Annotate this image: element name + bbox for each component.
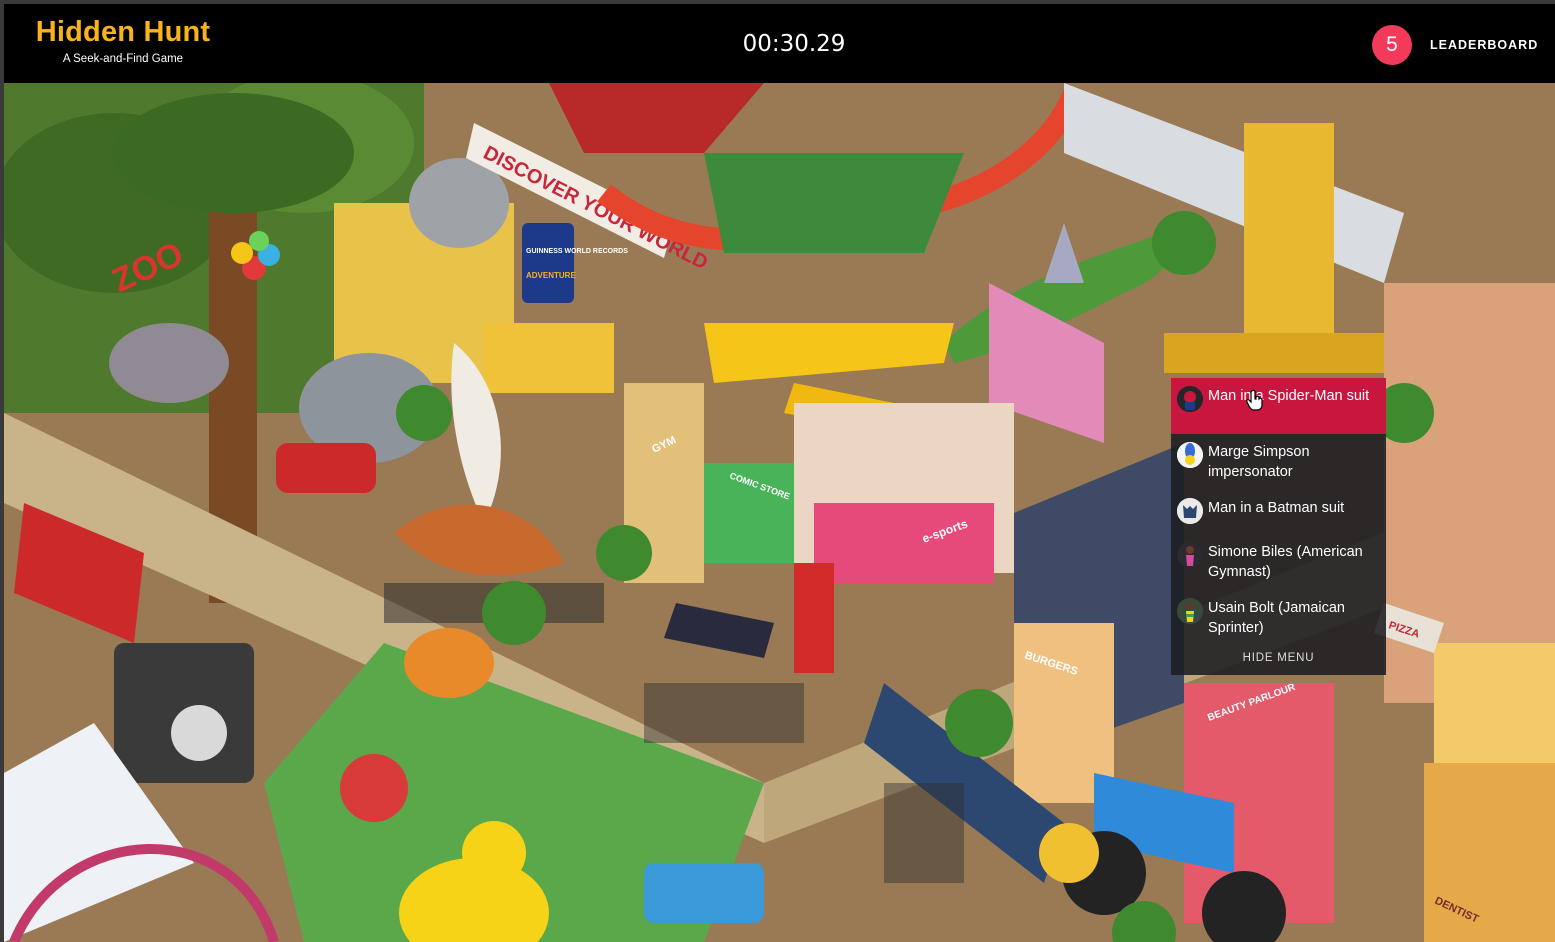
menu-item-label: Man in a Spider-Man suit [1208, 388, 1370, 404]
menu-item-label: Simone Biles (American Gymnast) [1208, 544, 1363, 580]
spiderman-thumb-icon [1177, 386, 1203, 412]
hand-cursor-icon [1246, 389, 1263, 411]
leaderboard-button[interactable]: LEADERBOARD [1430, 35, 1538, 55]
adventure-sign-text: ADVENTURE [526, 271, 576, 280]
menu-item-label: Usain Bolt (Jamaican Sprinter) [1208, 600, 1345, 636]
menu-item-marge-simpson[interactable]: Marge Simpson impersonator [1171, 434, 1386, 490]
batman-thumb-icon [1177, 498, 1203, 524]
menu-item-label: Marge Simpson impersonator [1208, 444, 1310, 480]
menu-item-batman[interactable]: Man in a Batman suit [1171, 490, 1386, 534]
guinness-sign-text: GUINNESS WORLD RECORDS [526, 248, 628, 255]
hide-menu-button[interactable]: HIDE MENU [1171, 649, 1386, 667]
marge-thumb-icon [1177, 442, 1203, 468]
menu-item-usain-bolt[interactable]: Usain Bolt (Jamaican Sprinter) [1171, 590, 1386, 646]
app-title: Hidden Hunt [35, 16, 211, 48]
top-bar: Hidden Hunt A Seek-and-Find Game 00:30.2… [4, 4, 1555, 83]
menu-item-label: Man in a Batman suit [1208, 500, 1345, 516]
usain-bolt-thumb-icon [1177, 598, 1203, 624]
simone-biles-thumb-icon [1177, 542, 1203, 568]
menu-item-simone-biles[interactable]: Simone Biles (American Gymnast) [1171, 534, 1386, 590]
brand: Hidden Hunt A Seek-and-Find Game [28, 14, 218, 66]
game-timer: 00:30.29 [742, 31, 846, 57]
remaining-count-badge[interactable]: 5 [1372, 25, 1412, 65]
app-subtitle: A Seek-and-Find Game [62, 53, 184, 65]
targets-menu: Man in a Spider-Man suit Marge Simpson i… [1171, 378, 1386, 675]
menu-item-spiderman[interactable]: Man in a Spider-Man suit [1171, 378, 1386, 434]
